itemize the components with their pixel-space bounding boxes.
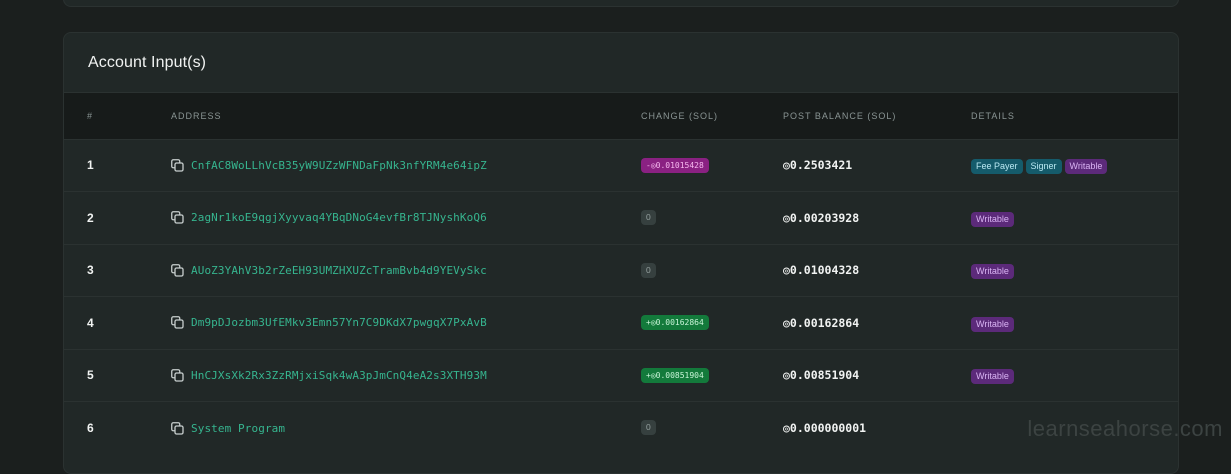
column-header-change: CHANGE (SOL) [641, 110, 719, 121]
copy-icon[interactable] [171, 316, 184, 329]
address-link[interactable]: 2agNr1koE9qgjXyyvaq4YBqDNoG4evfBr8TJNysh… [191, 211, 487, 224]
change-badge: 0 [641, 262, 656, 278]
address-link[interactable]: CnfAC8WoLLhVcB35yW9UZzWFNDaFpNk3nfYRM4e6… [191, 159, 487, 172]
previous-card-bottom [63, 0, 1179, 7]
details-tags: Writable [971, 366, 1017, 385]
column-header-details: DETAILS [971, 110, 1015, 121]
row-index: 3 [87, 263, 94, 278]
copy-icon[interactable] [171, 211, 184, 224]
tag-signer: Signer [1025, 159, 1062, 175]
change-badge: 0 [641, 210, 656, 226]
post-balance: ◎0.000000001 [783, 421, 867, 435]
post-balance: ◎0.01004328 [783, 263, 860, 278]
details-tags: Fee Payer Signer Writable [971, 156, 1110, 175]
table-row-5: 5 HnCJXsXk2Rx3ZzRMjxiSqk4wA3pJmCnQ4eA2s3… [64, 348, 1178, 402]
tag-writable: Writable [971, 316, 1014, 332]
change-badge: -◎0.01015428 [641, 157, 709, 173]
row-index: 2 [87, 210, 94, 225]
table-row-3: 3 AUoZ3YAhV3b2rZeEH93UMZHXUZcTramBvb4d9Y… [64, 243, 1178, 297]
row-index: 4 [87, 315, 94, 330]
row-index: 6 [87, 421, 94, 435]
details-tags: Writable [971, 314, 1017, 332]
address-link[interactable]: System Program [191, 422, 285, 435]
change-badge: +◎0.00162864 [641, 315, 709, 331]
change-badge: +◎0.00851904 [641, 367, 709, 383]
table-header-row: # ADDRESS CHANGE (SOL) POST BALANCE (SOL… [64, 93, 1178, 139]
details-tags: Writable [971, 209, 1017, 227]
tag-writable: Writable [971, 369, 1014, 385]
account-inputs-card: Account Input(s) # ADDRESS CHANGE (SOL) … [63, 32, 1179, 474]
table-row-2: 2 2agNr1koE9qgjXyyvaq4YBqDNoG4evfBr8TJNy… [64, 191, 1178, 244]
table-row-1: 1 CnfAC8WoLLhVcB35yW9UZzWFNDaFpNk3nfYRM4… [64, 138, 1178, 192]
tag-writable: Writable [1064, 159, 1108, 175]
copy-icon[interactable] [171, 421, 184, 435]
address-link[interactable]: HnCJXsXk2Rx3ZzRMjxiSqk4wA3pJmCnQ4eA2s3XT… [191, 369, 487, 382]
tag-writable: Writable [971, 211, 1014, 227]
row-index: 1 [87, 158, 94, 173]
change-badge: 0 [641, 420, 656, 436]
tag-fee-payer: Fee Payer [971, 159, 1023, 175]
tag-writable: Writable [971, 264, 1014, 280]
copy-icon[interactable] [171, 158, 184, 172]
watermark: learnseahorse.com [1027, 416, 1223, 441]
copy-icon[interactable] [171, 368, 184, 382]
account-inputs-table: # ADDRESS CHANGE (SOL) POST BALANCE (SOL… [64, 93, 1178, 454]
address-link[interactable]: AUoZ3YAhV3b2rZeEH93UMZHXUZcTramBvb4d9YEV… [191, 264, 487, 277]
column-header-post-balance: POST BALANCE (SOL) [783, 110, 897, 121]
details-tags: Writable [971, 261, 1017, 280]
table-row-6: 6 System Program 0 ◎0.000000001 [64, 401, 1178, 454]
table-body: 1 CnfAC8WoLLhVcB35yW9UZzWFNDaFpNk3nfYRM4… [64, 138, 1178, 454]
row-index: 5 [87, 368, 94, 383]
post-balance: ◎0.00851904 [783, 368, 860, 383]
post-balance: ◎0.2503421 [783, 158, 853, 173]
post-balance: ◎0.00162864 [783, 315, 860, 330]
address-link[interactable]: Dm9pDJozbm3UfEMkv3Emn57Yn7C9DKdX7pwgqX7P… [191, 316, 487, 329]
column-header-index: # [87, 110, 94, 121]
post-balance: ◎0.00203928 [783, 210, 860, 225]
card-header: Account Input(s) [64, 33, 1178, 93]
card-title: Account Input(s) [88, 53, 207, 71]
copy-icon[interactable] [171, 263, 184, 277]
table-row-4: 4 Dm9pDJozbm3UfEMkv3Emn57Yn7C9DKdX7pwgqX… [64, 296, 1178, 349]
column-header-address: ADDRESS [171, 110, 222, 121]
